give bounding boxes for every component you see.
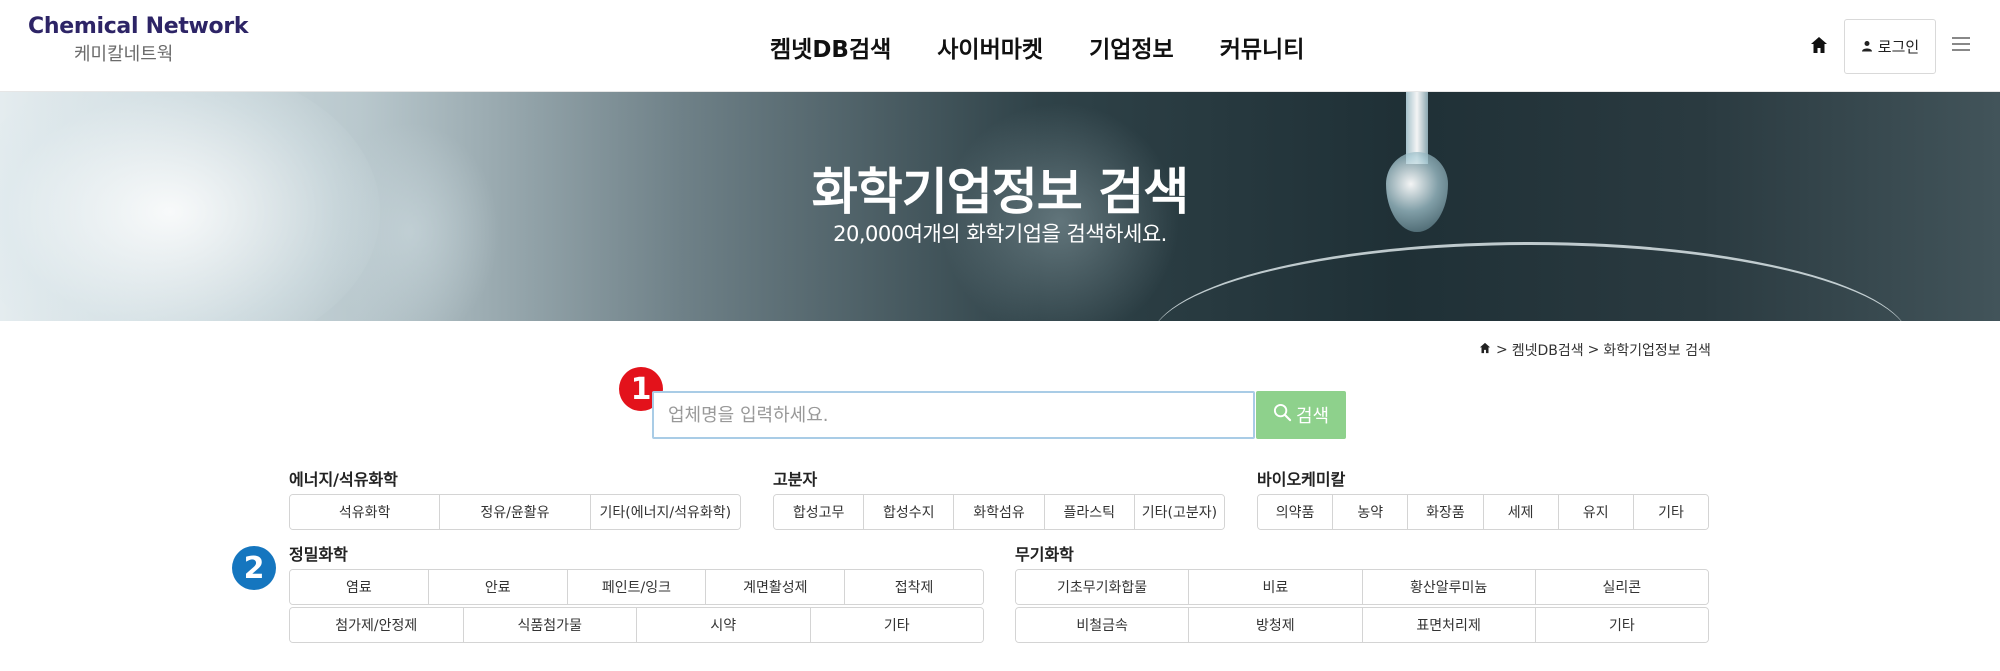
- category-group-polymer: 고분자 합성고무 합성수지 화학섬유 플라스틱 기타(고분자): [773, 470, 1225, 530]
- category-button[interactable]: 기초무기화합물: [1016, 570, 1190, 604]
- category-group-energy: 에너지/석유화학 석유화학 정유/윤활유 기타(에너지/석유화학): [289, 470, 741, 530]
- category-title: 에너지/석유화학: [289, 470, 398, 489]
- step-marker-2: 2: [232, 546, 276, 590]
- category-button[interactable]: 접착제: [845, 570, 983, 604]
- category-group-biochemical: 바이오케미칼 의약품 농약 화장품 세제 유지 기타: [1257, 470, 1709, 530]
- search-icon: [1273, 403, 1292, 427]
- logo-english[interactable]: Chemical Network: [28, 14, 249, 39]
- category-button[interactable]: 염료: [290, 570, 429, 604]
- category-button-row: 기초무기화합물 비료 황산알루미늄 실리콘: [1015, 569, 1709, 605]
- category-button[interactable]: 페인트/잉크: [567, 570, 707, 604]
- breadcrumb-home-icon[interactable]: [1478, 341, 1492, 359]
- category-button[interactable]: 방청제: [1189, 608, 1363, 642]
- login-button[interactable]: 로그인: [1844, 19, 1936, 74]
- breadcrumb-item-current: 화학기업정보 검색: [1603, 343, 1711, 359]
- breadcrumb-item[interactable]: 켐넷DB검색: [1512, 340, 1584, 360]
- category-button-row: 의약품 농약 화장품 세제 유지 기타: [1257, 494, 1709, 530]
- category-title: 바이오케미칼: [1257, 470, 1346, 489]
- category-button[interactable]: 표면처리제: [1362, 608, 1536, 642]
- hero-banner: 화학기업정보 검색 20,000여개의 화학기업을 검색하세요.: [0, 92, 2000, 321]
- nav-item-company-info[interactable]: 기업정보: [1089, 30, 1174, 64]
- nav-item-chemnet-db[interactable]: 켐넷DB검색: [770, 30, 891, 64]
- category-button[interactable]: 화학섬유: [954, 495, 1045, 529]
- nav-item-community[interactable]: 커뮤니티: [1220, 30, 1305, 64]
- category-button[interactable]: 실리콘: [1535, 570, 1708, 604]
- hamburger-menu-icon[interactable]: [1952, 37, 1970, 53]
- search-button[interactable]: 검색: [1256, 391, 1346, 439]
- site-header: Chemical Network 케미칼네트웍 켐넷DB검색 사이버마켓 기업정…: [0, 0, 2000, 92]
- category-button[interactable]: 화장품: [1408, 495, 1484, 529]
- category-button-row: 첨가제/안정제 식품첨가물 시약 기타: [289, 607, 984, 643]
- main-nav: 켐넷DB검색 사이버마켓 기업정보 커뮤니티: [770, 30, 1304, 64]
- hero-subtitle: 20,000여개의 화학기업을 검색하세요.: [833, 222, 1167, 246]
- login-label: 로그인: [1877, 38, 1920, 56]
- hero-title: 화학기업정보 검색: [811, 163, 1189, 221]
- category-button-row: 비철금속 방청제 표면처리제 기타: [1015, 607, 1709, 643]
- category-button[interactable]: 정유/윤활유: [440, 495, 591, 529]
- category-button[interactable]: 시약: [637, 608, 811, 642]
- nav-item-cyber-market[interactable]: 사이버마켓: [937, 30, 1043, 64]
- category-button[interactable]: 안료: [428, 570, 568, 604]
- category-button[interactable]: 의약품: [1258, 495, 1334, 529]
- logo-korean[interactable]: 케미칼네트웍: [74, 40, 173, 66]
- category-title: 무기화학: [1015, 545, 1074, 564]
- category-group-inorganic: 무기화학 기초무기화합물 비료 황산알루미늄 실리콘 비철금속 방청제 표면처리…: [1015, 545, 1709, 643]
- category-button[interactable]: 기타: [1535, 608, 1708, 642]
- category-button-row: 염료 안료 페인트/잉크 계면활성제 접착제: [289, 569, 984, 605]
- breadcrumb-separator: >: [1587, 342, 1600, 358]
- breadcrumb-separator: >: [1496, 342, 1508, 358]
- category-button[interactable]: 플라스틱: [1044, 495, 1135, 529]
- category-title: 고분자: [773, 470, 818, 489]
- user-icon: [1861, 38, 1873, 56]
- category-button-row: 합성고무 합성수지 화학섬유 플라스틱 기타(고분자): [773, 494, 1225, 530]
- category-button[interactable]: 합성수지: [864, 495, 955, 529]
- category-title: 정밀화학: [289, 545, 348, 564]
- category-button[interactable]: 비철금속: [1016, 608, 1190, 642]
- company-search-input[interactable]: [652, 391, 1255, 439]
- search-button-label: 검색: [1295, 406, 1330, 427]
- category-button[interactable]: 유지: [1558, 495, 1634, 529]
- category-button[interactable]: 기타: [810, 608, 983, 642]
- category-button[interactable]: 세제: [1483, 495, 1559, 529]
- breadcrumb: > 켐넷DB검색 > 화학기업정보 검색: [1478, 340, 1711, 360]
- category-button[interactable]: 합성고무: [774, 495, 865, 529]
- home-icon[interactable]: [1808, 34, 1830, 56]
- category-button[interactable]: 황산알루미늄: [1362, 570, 1536, 604]
- category-button[interactable]: 계면활성제: [706, 570, 846, 604]
- category-button[interactable]: 기타(에너지/석유화학): [590, 495, 740, 529]
- category-button-row: 석유화학 정유/윤활유 기타(에너지/석유화학): [289, 494, 741, 530]
- category-button[interactable]: 농약: [1333, 495, 1409, 529]
- category-button[interactable]: 첨가제/안정제: [290, 608, 464, 642]
- category-button[interactable]: 기타: [1633, 495, 1708, 529]
- category-group-fine-chemical: 정밀화학 염료 안료 페인트/잉크 계면활성제 접착제 첨가제/안정제 식품첨가…: [289, 545, 984, 643]
- category-button[interactable]: 석유화학: [290, 495, 441, 529]
- category-button[interactable]: 기타(고분자): [1134, 495, 1224, 529]
- category-button[interactable]: 식품첨가물: [463, 608, 637, 642]
- category-button[interactable]: 비료: [1189, 570, 1363, 604]
